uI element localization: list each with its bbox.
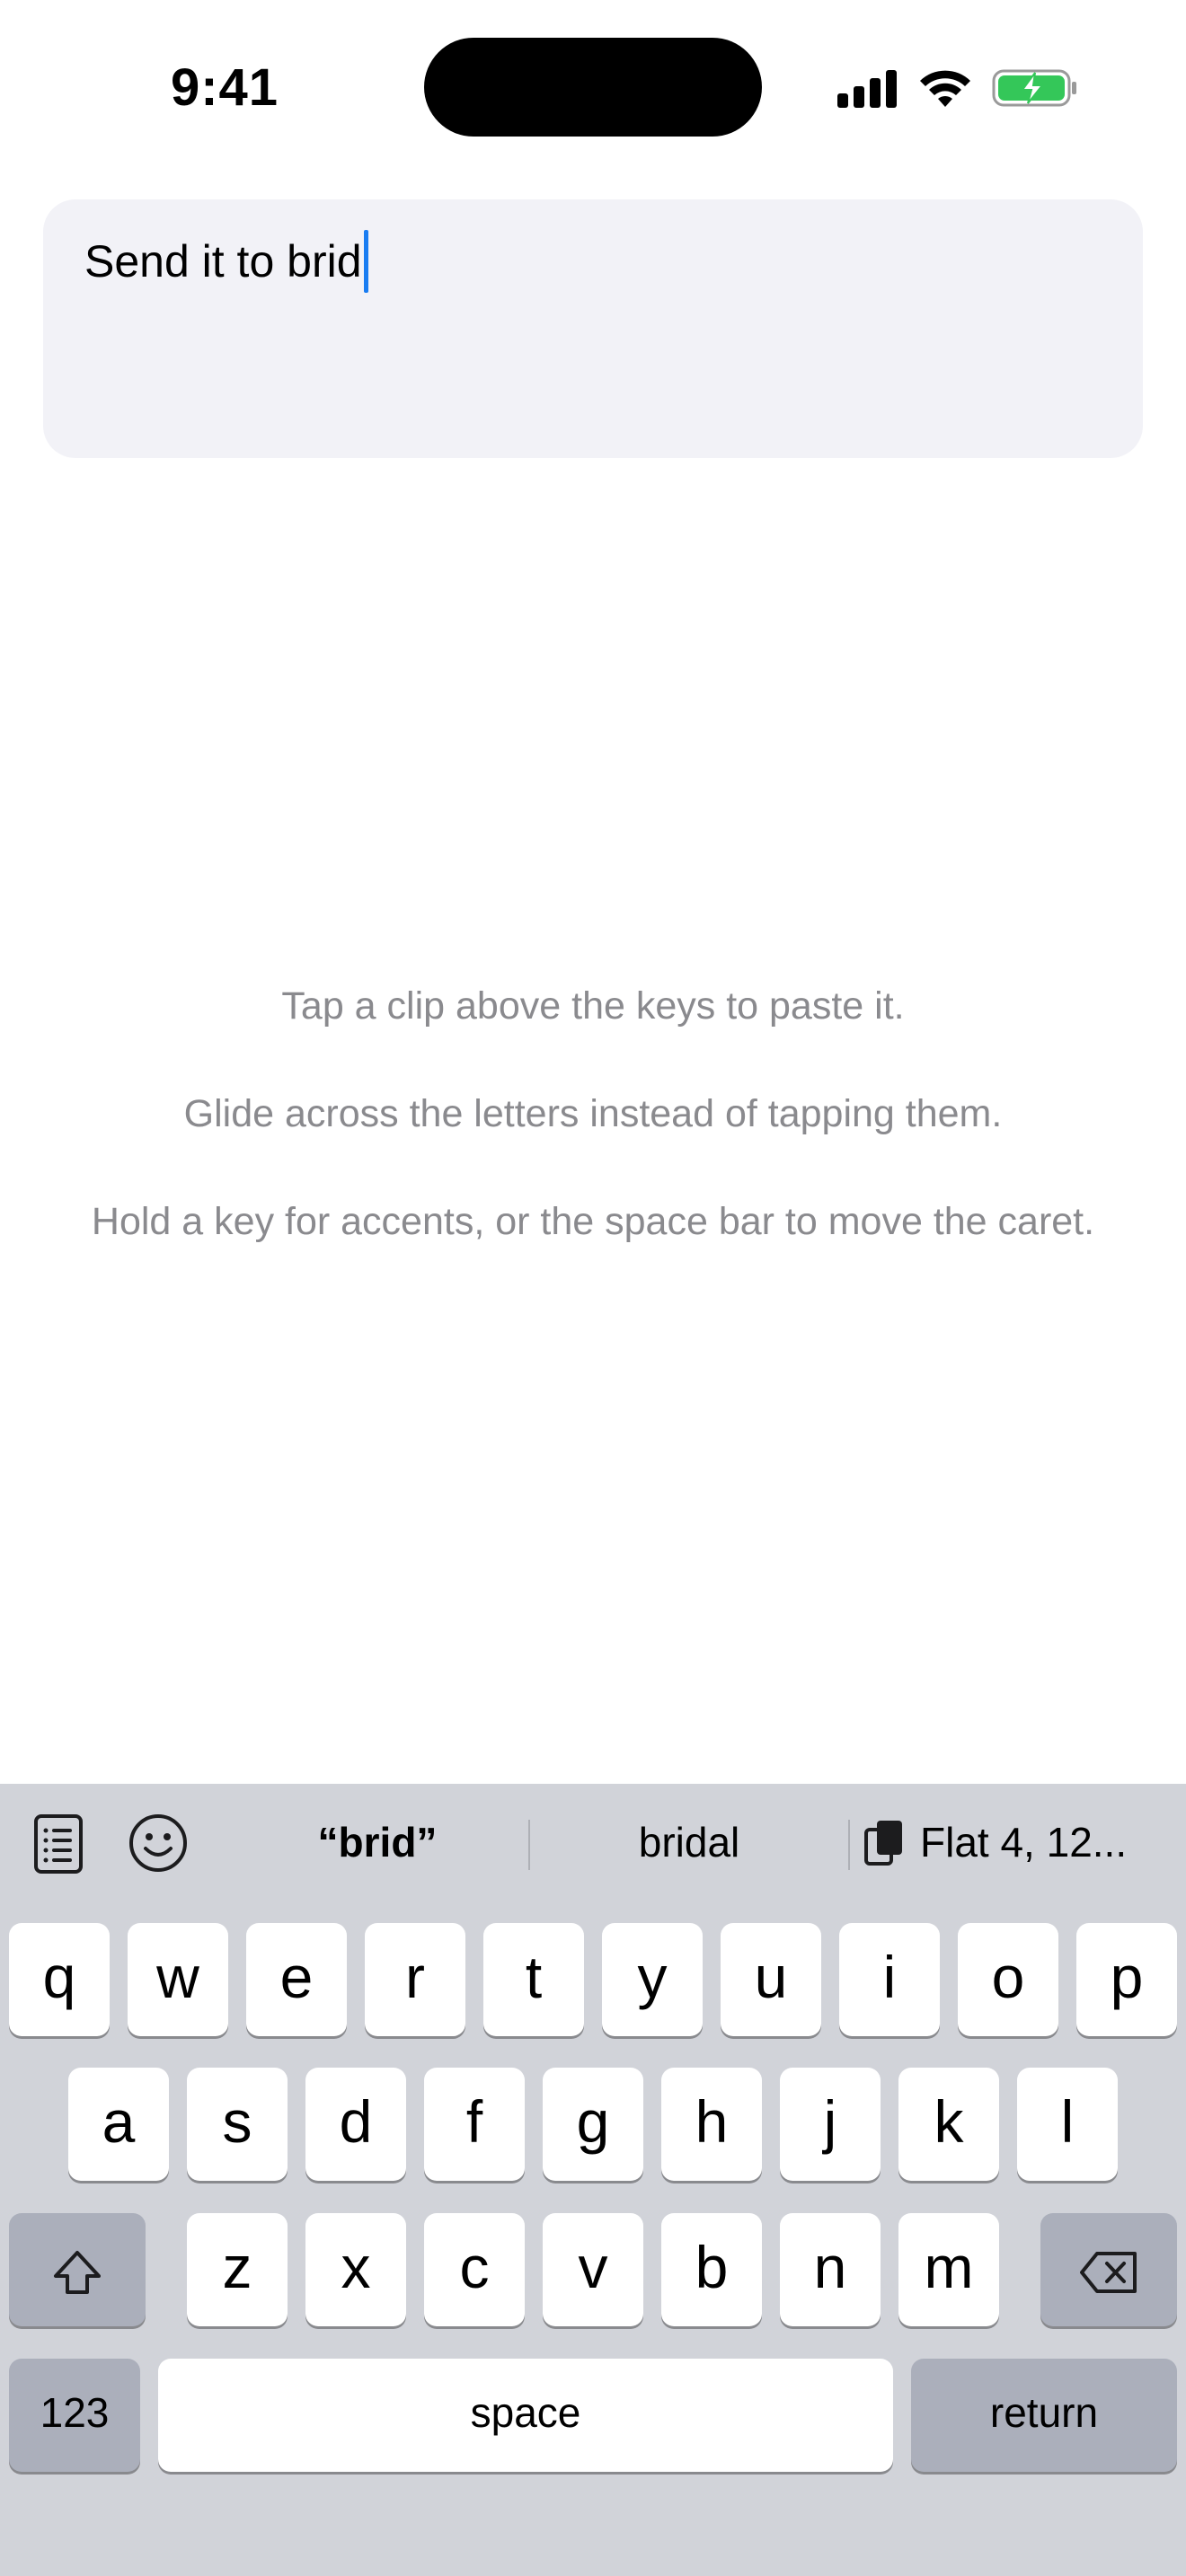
key-h[interactable]: h xyxy=(661,2068,762,2181)
emoji-icon[interactable] xyxy=(126,1811,190,1875)
key-f[interactable]: f xyxy=(424,2068,525,2181)
key-k[interactable]: k xyxy=(898,2068,999,2181)
suggestion-divider xyxy=(848,1820,850,1870)
home-indicator-area xyxy=(0,2483,1186,2576)
suggestion-bar: “brid” bridal Flat 4, 12... xyxy=(0,1784,1186,1901)
tip-paste-clip: Tap a clip above the keys to paste it. xyxy=(281,984,905,1028)
suggestion-clip[interactable]: Flat 4, 12... xyxy=(863,1784,1168,1901)
message-text-field[interactable]: Send it to brid xyxy=(43,199,1143,458)
text-field-value: Send it to brid xyxy=(84,236,362,287)
key-g[interactable]: g xyxy=(543,2068,643,2181)
key-j[interactable]: j xyxy=(780,2068,881,2181)
suggestion-literal[interactable]: “brid” xyxy=(225,1784,530,1901)
key-m[interactable]: m xyxy=(898,2213,999,2326)
status-icons xyxy=(837,63,1078,113)
keyboard: “brid” bridal Flat 4, 12... q w e r t y … xyxy=(0,1784,1186,2483)
key-v[interactable]: v xyxy=(543,2213,643,2326)
key-s[interactable]: s xyxy=(187,2068,288,2181)
delete-key[interactable] xyxy=(1040,2213,1177,2326)
text-caret xyxy=(363,230,368,293)
key-u[interactable]: u xyxy=(721,1923,821,2036)
suggestion-divider xyxy=(528,1820,530,1870)
suggestion-word[interactable]: bridal xyxy=(532,1784,846,1901)
key-l[interactable]: l xyxy=(1017,2068,1118,2181)
key-o[interactable]: o xyxy=(958,1923,1058,2036)
key-i[interactable]: i xyxy=(839,1923,940,2036)
key-t[interactable]: t xyxy=(483,1923,584,2036)
wifi-icon xyxy=(920,70,970,107)
key-c[interactable]: c xyxy=(424,2213,525,2326)
key-r[interactable]: r xyxy=(365,1923,465,2036)
key-d[interactable]: d xyxy=(305,2068,406,2181)
key-w[interactable]: w xyxy=(128,1923,228,2036)
cellular-signal-icon xyxy=(837,70,897,108)
shift-key[interactable] xyxy=(9,2213,146,2326)
numbers-key[interactable]: 123 xyxy=(9,2359,140,2472)
return-key[interactable]: return xyxy=(911,2359,1177,2472)
key-x[interactable]: x xyxy=(305,2213,406,2326)
tip-hold-key: Hold a key for accents, or the space bar… xyxy=(91,1200,1095,1243)
status-time: 9:41 xyxy=(170,58,279,117)
delete-icon xyxy=(1080,2251,1137,2293)
key-y[interactable]: y xyxy=(602,1923,703,2036)
clipboard-copy-icon xyxy=(864,1821,902,1866)
battery-charging-icon xyxy=(992,69,1076,107)
key-p[interactable]: p xyxy=(1076,1923,1177,2036)
key-e[interactable]: e xyxy=(246,1923,347,2036)
tip-glide-typing: Glide across the letters instead of tapp… xyxy=(183,1092,1003,1135)
key-b[interactable]: b xyxy=(661,2213,762,2326)
key-q[interactable]: q xyxy=(9,1923,110,2036)
space-key[interactable]: space xyxy=(158,2359,893,2472)
key-n[interactable]: n xyxy=(780,2213,881,2326)
key-a[interactable]: a xyxy=(68,2068,169,2181)
clipboard-list-icon[interactable] xyxy=(27,1811,92,1875)
suggestion-clip-label: Flat 4, 12... xyxy=(920,1819,1128,1866)
dynamic-island xyxy=(424,38,762,137)
shift-icon xyxy=(54,2250,101,2294)
tips-list: Tap a clip above the keys to paste it. G… xyxy=(0,979,1186,1302)
key-z[interactable]: z xyxy=(187,2213,288,2326)
